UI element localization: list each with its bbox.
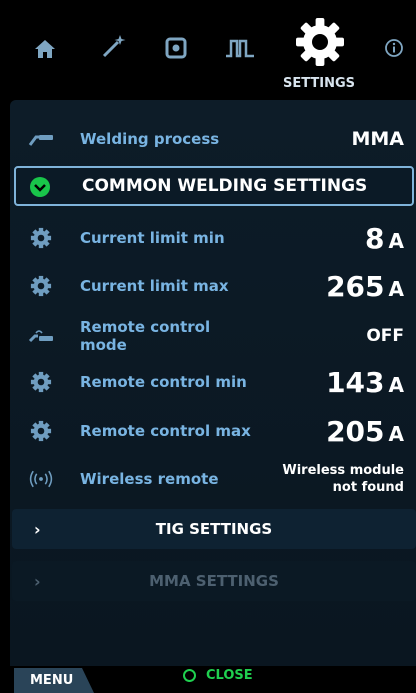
chevron-right-icon: › <box>34 571 41 591</box>
tig-settings-title: TIG SETTINGS <box>155 520 273 538</box>
close-label: CLOSE <box>206 668 253 683</box>
check-icon <box>30 177 50 197</box>
wireless-remote-row[interactable]: Wireless remote Wireless module not foun… <box>0 455 416 503</box>
torch-icon <box>28 126 54 152</box>
value-number: 265 <box>326 269 385 303</box>
common-welding-settings-header[interactable]: COMMON WELDING SETTINGS <box>14 166 414 206</box>
top-navigation: SETTINGS <box>0 0 416 100</box>
current-limit-min-value: 8A <box>365 222 404 255</box>
menu-label: MENU <box>30 673 74 688</box>
remote-control-mode-value: OFF <box>366 326 404 346</box>
current-limit-max-label: Current limit max <box>80 277 229 295</box>
gear-icon <box>28 369 54 395</box>
label-line-1: Remote control <box>80 318 211 336</box>
value-unit: A <box>388 372 404 397</box>
welding-process-row[interactable]: Welding process MMA <box>0 115 416 163</box>
mma-settings-section[interactable]: › MMA SETTINGS <box>12 561 416 601</box>
active-tab-label: SETTINGS <box>282 76 356 91</box>
label-line-2: mode <box>80 336 127 354</box>
circle-icon <box>183 669 196 682</box>
value-number: 8 <box>365 221 385 255</box>
remote-control-min-label: Remote control min <box>80 373 247 391</box>
remote-control-max-row[interactable]: Remote control max 205 A <box>0 407 416 455</box>
wireless-icon <box>28 466 54 492</box>
common-settings-title: COMMON WELDING SETTINGS <box>82 176 368 196</box>
value-unit: A <box>388 421 404 446</box>
mma-settings-title: MMA SETTINGS <box>149 572 279 590</box>
current-limit-max-value: 265 A <box>326 270 404 303</box>
value-line-2: not found <box>332 480 404 495</box>
gear-icon <box>28 273 54 299</box>
gear-icon[interactable] <box>294 16 346 68</box>
record-icon[interactable] <box>160 32 192 64</box>
wireless-remote-label: Wireless remote <box>80 470 219 488</box>
gear-icon <box>28 225 54 251</box>
value-line-1: Wireless module <box>282 463 404 478</box>
current-limit-max-row[interactable]: Current limit max 265 A <box>0 262 416 310</box>
value-number: 205 <box>326 414 385 448</box>
gear-icon <box>28 418 54 444</box>
info-icon[interactable] <box>382 36 406 60</box>
wand-icon[interactable] <box>96 30 130 64</box>
chevron-right-icon: › <box>34 519 41 539</box>
current-limit-min-row[interactable]: Current limit min 8A <box>0 214 416 262</box>
menu-button[interactable]: MENU <box>14 668 94 693</box>
welding-process-label: Welding process <box>80 130 220 148</box>
wireless-remote-value: Wireless module not found <box>282 462 404 496</box>
home-icon[interactable] <box>30 34 60 64</box>
remote-control-max-value: 205 A <box>326 415 404 448</box>
value-unit: A <box>388 276 404 301</box>
remote-control-mode-row[interactable]: Remote control mode OFF <box>0 312 416 360</box>
remote-control-max-label: Remote control max <box>80 422 251 440</box>
value-number: 143 <box>326 365 385 399</box>
remote-control-min-row[interactable]: Remote control min 143 A <box>0 358 416 406</box>
remote-control-mode-label: Remote control mode <box>80 318 210 354</box>
tig-settings-section[interactable]: › TIG SETTINGS <box>12 509 416 549</box>
close-button[interactable]: CLOSE <box>183 668 253 683</box>
welding-process-value: MMA <box>351 128 404 150</box>
value-unit: A <box>388 228 404 253</box>
current-limit-min-label: Current limit min <box>80 229 225 247</box>
remote-torch-icon <box>28 323 54 349</box>
remote-control-min-value: 143 A <box>326 366 404 399</box>
pulse-icon[interactable] <box>222 32 258 64</box>
